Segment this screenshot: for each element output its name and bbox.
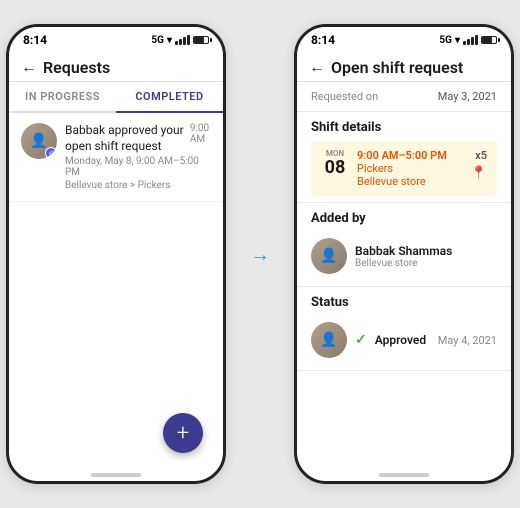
home-bar-left (91, 473, 141, 477)
status-icons-right: 5G ▾ (439, 35, 497, 46)
status-approved-label: Approved (375, 333, 426, 347)
status-bar-right: 8:14 5G ▾ (297, 27, 511, 51)
wifi-icon-left: ▾ (167, 35, 172, 46)
battery-fill-left (194, 37, 204, 43)
page-title-left: Requests (43, 58, 110, 77)
home-indicator-left (9, 461, 223, 481)
shift-details-section: Shift details MON 08 9:00 AM–5:00 PM Pic… (297, 112, 511, 203)
added-by-title: Added by (311, 211, 497, 226)
requested-on-row: Requested on May 3, 2021 (311, 90, 497, 103)
bar3 (183, 37, 186, 45)
shift-details-title: Shift details (311, 120, 497, 135)
notification-sub1: Monday, May 8, 9:00 AM–5:00 PM (65, 156, 211, 178)
avatar-image-status: 👤 (311, 322, 347, 358)
shift-role: Pickers (357, 162, 463, 175)
avatar-status: 👤 (311, 322, 347, 358)
bar4r (475, 35, 478, 45)
shift-store: Bellevue store (357, 175, 463, 188)
avatar-badge: ✓ (45, 147, 57, 159)
battery-right (481, 36, 497, 44)
shift-card: MON 08 9:00 AM–5:00 PM Pickers Bellevue … (311, 141, 497, 196)
avatar-left: 👤 ✓ (21, 123, 57, 159)
bar2 (179, 39, 182, 45)
added-by-row: 👤 Babbak Shammas Bellevue store (311, 232, 497, 280)
notification-text: Babbak approved your open shift request (65, 123, 190, 154)
battery-fill-right (482, 37, 492, 43)
avatar-right: 👤 (311, 238, 347, 274)
header-right: ← Open shift request (297, 51, 511, 82)
tab-in-progress[interactable]: IN PROGRESS (9, 82, 116, 111)
bar2r (467, 39, 470, 45)
5g-icon-right: 5G (439, 35, 452, 46)
back-button-right[interactable]: ← (309, 57, 325, 77)
signal-bars-left (175, 35, 190, 45)
notification-sub2: Bellevue store > Pickers (65, 180, 211, 191)
bar4 (187, 35, 190, 45)
shift-info-col: 9:00 AM–5:00 PM Pickers Bellevue store (357, 149, 463, 188)
left-phone: 8:14 5G ▾ ← Requests IN PROGRESS COMPLET… (6, 24, 226, 484)
home-indicator-right (297, 461, 511, 481)
right-phone: 8:14 5G ▾ ← Open shift request Requested… (294, 24, 514, 484)
status-date: May 4, 2021 (438, 334, 497, 347)
avatar-image-right: 👤 (311, 238, 347, 274)
notifications-list: 👤 ✓ Babbak approved your open shift requ… (9, 113, 223, 461)
battery-left (193, 36, 209, 44)
requested-on-section: Requested on May 3, 2021 (297, 82, 511, 112)
header-left: ← Requests (9, 51, 223, 82)
status-check-icon: ✓ (355, 332, 367, 348)
tabs-left: IN PROGRESS COMPLETED (9, 82, 223, 113)
back-button-left[interactable]: ← (21, 57, 37, 77)
added-by-info: Babbak Shammas Bellevue store (355, 244, 452, 269)
bar3r (471, 37, 474, 45)
fab-button[interactable]: + (163, 413, 203, 453)
status-title: Status (311, 295, 497, 310)
status-row: 👤 ✓ Approved May 4, 2021 (311, 316, 497, 364)
notif-header-row: Babbak approved your open shift request … (65, 123, 211, 154)
notification-item[interactable]: 👤 ✓ Babbak approved your open shift requ… (9, 113, 223, 202)
tab-completed[interactable]: COMPLETED (116, 82, 223, 111)
bar1 (175, 41, 178, 45)
notification-time: 9:00 AM (190, 123, 211, 145)
requested-on-value: May 3, 2021 (438, 90, 497, 103)
time-right: 8:14 (311, 33, 335, 47)
time-left: 8:14 (23, 33, 47, 47)
status-bar-left: 8:14 5G ▾ (9, 27, 223, 51)
bar1r (463, 41, 466, 45)
notification-body: Babbak approved your open shift request … (65, 123, 211, 191)
signal-bars-right (463, 35, 478, 45)
shift-count: x5 (475, 149, 487, 162)
status-section: Status 👤 ✓ Approved May 4, 2021 (297, 287, 511, 371)
5g-icon-left: 5G (151, 35, 164, 46)
detail-content: Requested on May 3, 2021 Shift details M… (297, 82, 511, 461)
added-by-name: Babbak Shammas (355, 244, 452, 258)
requested-on-label: Requested on (311, 90, 378, 103)
status-icons-left: 5G ▾ (151, 35, 209, 46)
shift-day-num: 08 (321, 158, 349, 178)
shift-badge-col: x5 📍 (471, 149, 487, 181)
transition-arrow: → (242, 242, 278, 267)
location-icon: 📍 (471, 166, 487, 181)
wifi-icon-right: ▾ (455, 35, 460, 46)
shift-date-col: MON 08 (321, 149, 349, 178)
added-by-section: Added by 👤 Babbak Shammas Bellevue store (297, 203, 511, 287)
page-title-right: Open shift request (331, 58, 463, 77)
shift-time: 9:00 AM–5:00 PM (357, 149, 463, 162)
added-by-store: Bellevue store (355, 258, 452, 269)
home-bar-right (379, 473, 429, 477)
